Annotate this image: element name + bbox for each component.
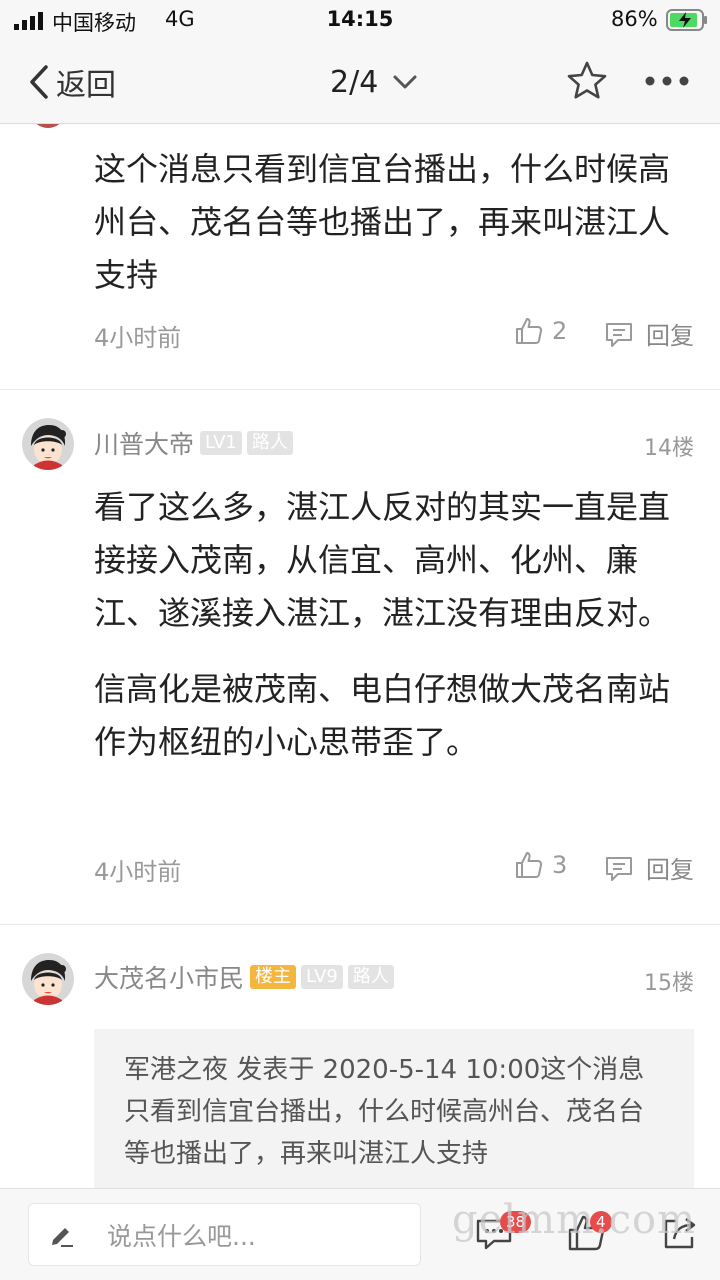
like-count-badge: 4 [590, 1211, 612, 1233]
level-badge: LV1 [200, 431, 242, 455]
reply-bubble-icon [606, 322, 632, 347]
role-badge: 路人 [246, 431, 293, 455]
bottom-bar: 说点什么吧... 38 4 gelmm.com [0, 1188, 720, 1280]
star-icon[interactable] [566, 60, 608, 102]
quote-text: 军港之夜 发表于 2020-5-14 10:00这个消息只看到信宜台播出，什么时… [124, 1055, 645, 1169]
battery-percent: 86% [611, 7, 658, 31]
back-chevron-icon [30, 65, 48, 99]
post-body: 看了这么多，湛江人反对的其实一直是直接接入茂南，从信宜、高州、化州、廉江、遂溪接… [94, 481, 674, 769]
battery-charging-icon [666, 9, 707, 31]
avatar-image [22, 418, 74, 470]
comment-input[interactable]: 说点什么吧... [28, 1203, 421, 1266]
share-icon[interactable] [660, 1213, 700, 1253]
reply-button[interactable]: 回复 [604, 850, 694, 885]
page-indicator: 2/4 [330, 64, 379, 100]
comment-placeholder: 说点什么吧... [107, 1221, 256, 1251]
reply-bubble-icon [606, 856, 632, 881]
author-name[interactable]: 大茂名小市民 [94, 959, 244, 995]
post-time: 4小时前 [94, 324, 182, 352]
nav-bar: 返回 2/4 [0, 40, 720, 124]
status-bar: 中国移动 4G 14:15 86% [0, 0, 720, 40]
more-icon[interactable] [644, 66, 690, 96]
floor-number: 15楼 [644, 971, 694, 996]
like-button[interactable]: 3 [514, 850, 567, 880]
avatar [30, 124, 66, 128]
post-paragraph: 信高化是被茂南、电白仔想做大茂名南站作为枢纽的小心思带歪了。 [94, 670, 671, 761]
avatar[interactable] [22, 953, 74, 1005]
avatar[interactable] [22, 418, 74, 470]
level-badge: LV9 [301, 965, 343, 989]
comment-count-badge: 38 [500, 1211, 532, 1233]
quoted-post[interactable]: 军港之夜 发表于 2020-5-14 10:00这个消息只看到信宜台播出，什么时… [94, 1029, 694, 1188]
pencil-icon [52, 1227, 73, 1247]
role-badge: 路人 [347, 965, 394, 989]
owner-badge: 楼主 [250, 965, 297, 989]
author-name[interactable]: 川普大帝 [94, 425, 194, 461]
floor-number: 14楼 [644, 436, 694, 461]
post-paragraph: 看了这么多，湛江人反对的其实一直是直接接入茂南，从信宜、高州、化州、廉江、遂溪接… [94, 488, 671, 632]
post-body: 这个消息只看到信宜台播出，什么时候高州台、茂名台等也播出了，再来叫湛江人支持 [94, 143, 674, 302]
author-row: 大茂名小市民 楼主 LV9 路人 [94, 960, 399, 994]
thumb-up-icon [516, 852, 543, 878]
post-paragraph: 这个消息只看到信宜台播出，什么时候高州台、茂名台等也播出了，再来叫湛江人支持 [94, 150, 671, 294]
reply-label: 回复 [646, 856, 694, 884]
like-button[interactable]: 2 [514, 316, 567, 346]
post-time: 4小时前 [94, 858, 182, 886]
thread-content[interactable]: 这个消息只看到信宜台播出，什么时候高州台、茂名台等也播出了，再来叫湛江人支持 4… [0, 124, 720, 1188]
divider [0, 924, 720, 925]
thumb-up-icon [516, 318, 543, 344]
like-count: 3 [552, 851, 568, 879]
back-label: 返回 [56, 68, 116, 103]
divider [0, 389, 720, 390]
avatar-image [22, 953, 74, 1005]
reply-label: 回复 [646, 322, 694, 350]
author-row: 川普大帝 LV1 路人 [94, 426, 298, 460]
back-button[interactable]: 返回 [26, 60, 116, 104]
chevron-down-icon [393, 75, 417, 89]
like-count: 2 [552, 317, 568, 345]
page-selector[interactable]: 2/4 [330, 60, 418, 104]
reply-button[interactable]: 回复 [604, 316, 694, 351]
